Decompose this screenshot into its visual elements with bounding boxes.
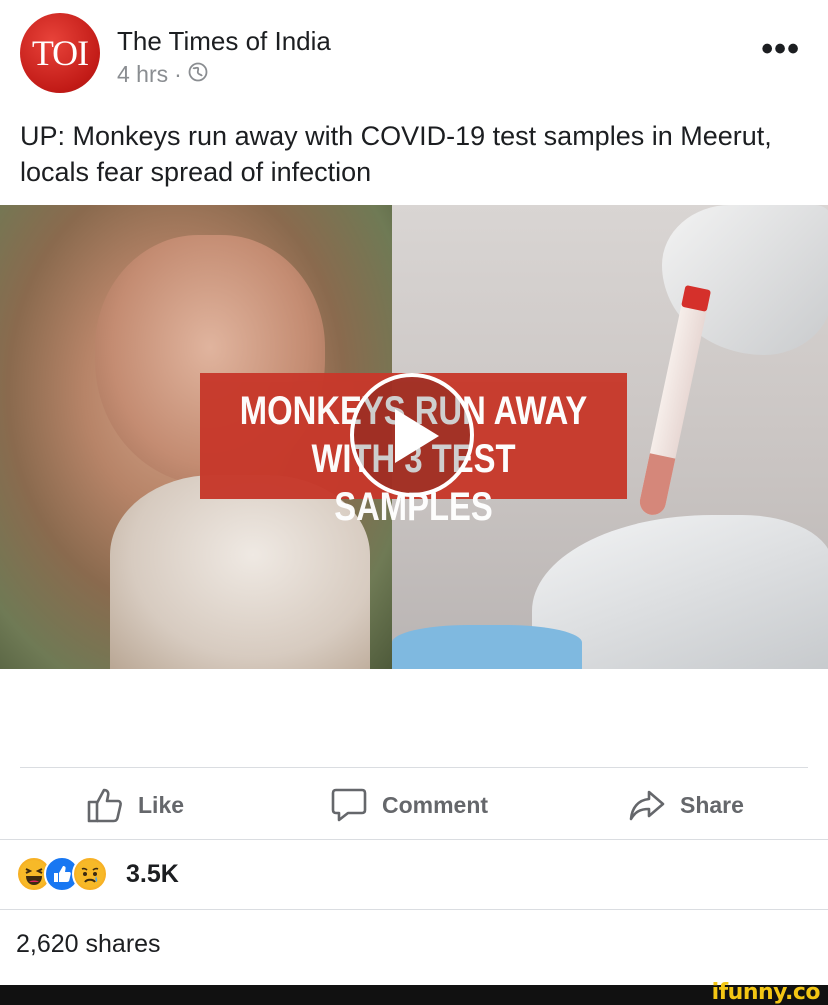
divider bbox=[20, 767, 808, 768]
post-headline: UP: Monkeys run away with COVID-19 test … bbox=[20, 121, 772, 187]
more-options-button[interactable]: ••• bbox=[761, 30, 800, 69]
divider bbox=[0, 909, 828, 910]
test-tube bbox=[637, 284, 712, 518]
page-avatar[interactable]: TOI bbox=[20, 13, 100, 93]
sad-icon bbox=[72, 856, 108, 892]
ifunny-watermark: ifunny.co bbox=[711, 980, 821, 1005]
share-button[interactable]: Share bbox=[628, 785, 744, 825]
play-icon bbox=[395, 409, 439, 463]
globe-icon bbox=[188, 61, 208, 88]
divider bbox=[0, 839, 828, 840]
meta-separator: · bbox=[174, 61, 182, 87]
share-label: Share bbox=[680, 791, 744, 818]
post-time[interactable]: 4 hrs bbox=[117, 61, 168, 88]
comment-label: Comment bbox=[382, 791, 489, 818]
watermark-bar bbox=[0, 985, 828, 1005]
post-meta: 4 hrs · bbox=[117, 61, 208, 88]
avatar-logo-text: TOI bbox=[31, 33, 89, 73]
like-button[interactable]: Like bbox=[86, 785, 184, 825]
reaction-count[interactable]: 3.5K bbox=[126, 860, 179, 889]
shares-count[interactable]: 2,620 shares bbox=[16, 930, 161, 959]
thumbs-up-icon bbox=[86, 786, 124, 824]
comment-button[interactable]: Comment bbox=[330, 785, 488, 825]
page-name[interactable]: The Times of India bbox=[117, 26, 331, 57]
like-label: Like bbox=[138, 791, 185, 818]
play-button[interactable] bbox=[350, 373, 474, 497]
reaction-icons[interactable] bbox=[16, 856, 108, 892]
share-arrow-icon bbox=[628, 786, 666, 824]
comment-icon bbox=[330, 786, 368, 824]
